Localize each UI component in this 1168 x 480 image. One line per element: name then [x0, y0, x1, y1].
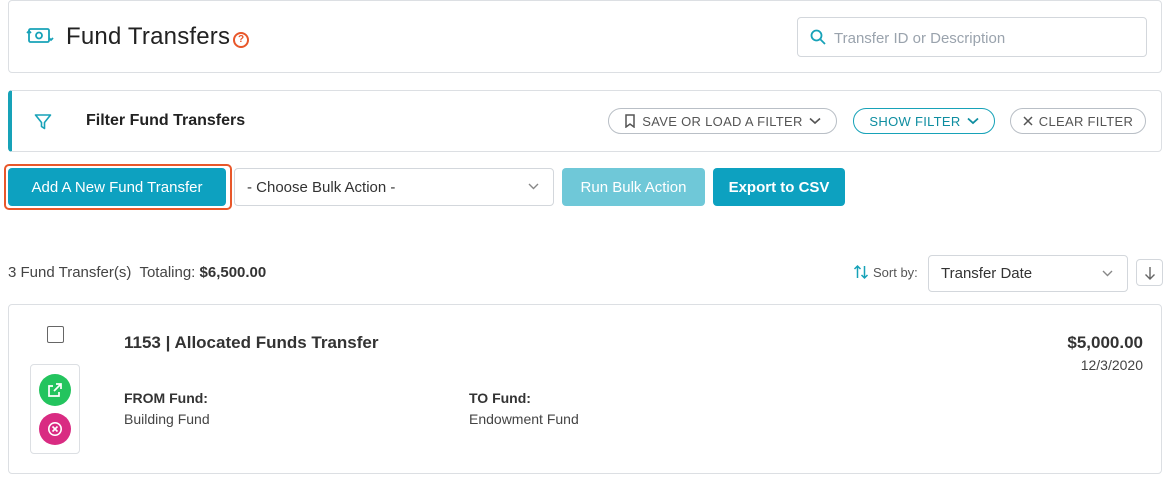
chevron-down-icon: [966, 117, 979, 125]
results-total: $6,500.00: [199, 264, 267, 281]
clear-filter-button[interactable]: CLEAR FILTER: [1010, 108, 1146, 134]
filter-title: Filter Fund Transfers: [86, 112, 246, 129]
chevron-down-icon: [528, 183, 539, 190]
from-fund-value: Building Fund: [124, 411, 210, 427]
external-link-icon: [48, 383, 62, 397]
record-action-panel: [30, 364, 80, 454]
results-summary: 3 Fund Transfer(s) Totaling: $6,500.00: [8, 264, 266, 281]
to-fund-label: TO Fund:: [469, 390, 531, 406]
from-fund-label: FROM Fund:: [124, 390, 208, 406]
sort-direction-button[interactable]: [1136, 259, 1163, 286]
save-load-filter-button[interactable]: SAVE OR LOAD A FILTER: [608, 108, 837, 134]
to-fund-value: Endowment Fund: [469, 411, 579, 427]
sort-label: Sort by:: [873, 265, 918, 280]
results-count: 3 Fund Transfer(s): [8, 264, 132, 281]
sort-select[interactable]: Transfer Date: [928, 255, 1128, 292]
run-bulk-action-button[interactable]: Run Bulk Action: [562, 168, 705, 206]
record-title: 1153 | Allocated Funds Transfer: [124, 333, 379, 352]
chevron-down-icon: [1102, 270, 1113, 277]
sort-icon: [853, 264, 869, 280]
filter-bar: Filter Fund Transfers SAVE OR LOAD A FIL…: [8, 90, 1162, 152]
bookmark-icon: [625, 114, 636, 128]
open-record-button[interactable]: [39, 374, 71, 406]
export-csv-button[interactable]: Export to CSV: [713, 168, 845, 206]
search-input[interactable]: [834, 27, 1134, 49]
delete-icon: [48, 422, 62, 436]
bulk-action-select[interactable]: - Choose Bulk Action -: [234, 168, 554, 206]
record-amount: $5,000.00: [1067, 333, 1143, 352]
delete-record-button[interactable]: [39, 413, 71, 445]
close-icon: [1023, 116, 1033, 126]
bulk-action-value: - Choose Bulk Action -: [247, 178, 396, 196]
record-date: 12/3/2020: [1080, 357, 1143, 373]
chevron-down-icon: [809, 117, 821, 125]
filter-icon: [34, 114, 52, 130]
search-icon: [810, 29, 826, 45]
money-transfer-icon: [26, 28, 54, 43]
clear-filter-label: CLEAR FILTER: [1038, 113, 1134, 129]
save-load-filter-label: SAVE OR LOAD A FILTER: [642, 113, 803, 129]
arrow-down-icon: [1144, 266, 1155, 280]
page-title: Fund Transfers: [66, 23, 231, 50]
record-checkbox[interactable]: [47, 326, 64, 343]
search-box[interactable]: [797, 17, 1147, 57]
show-filter-button[interactable]: SHOW FILTER: [853, 108, 995, 134]
add-fund-transfer-button[interactable]: Add A New Fund Transfer: [8, 168, 226, 206]
transfer-record: 1153 | Allocated Funds Transfer $5,000.0…: [8, 304, 1162, 474]
totaling-label: Totaling:: [139, 264, 196, 281]
page-header: Fund Transfers ?: [8, 0, 1162, 73]
sort-value: Transfer Date: [941, 265, 1033, 282]
show-filter-label: SHOW FILTER: [869, 113, 961, 129]
help-icon[interactable]: ?: [233, 32, 249, 48]
